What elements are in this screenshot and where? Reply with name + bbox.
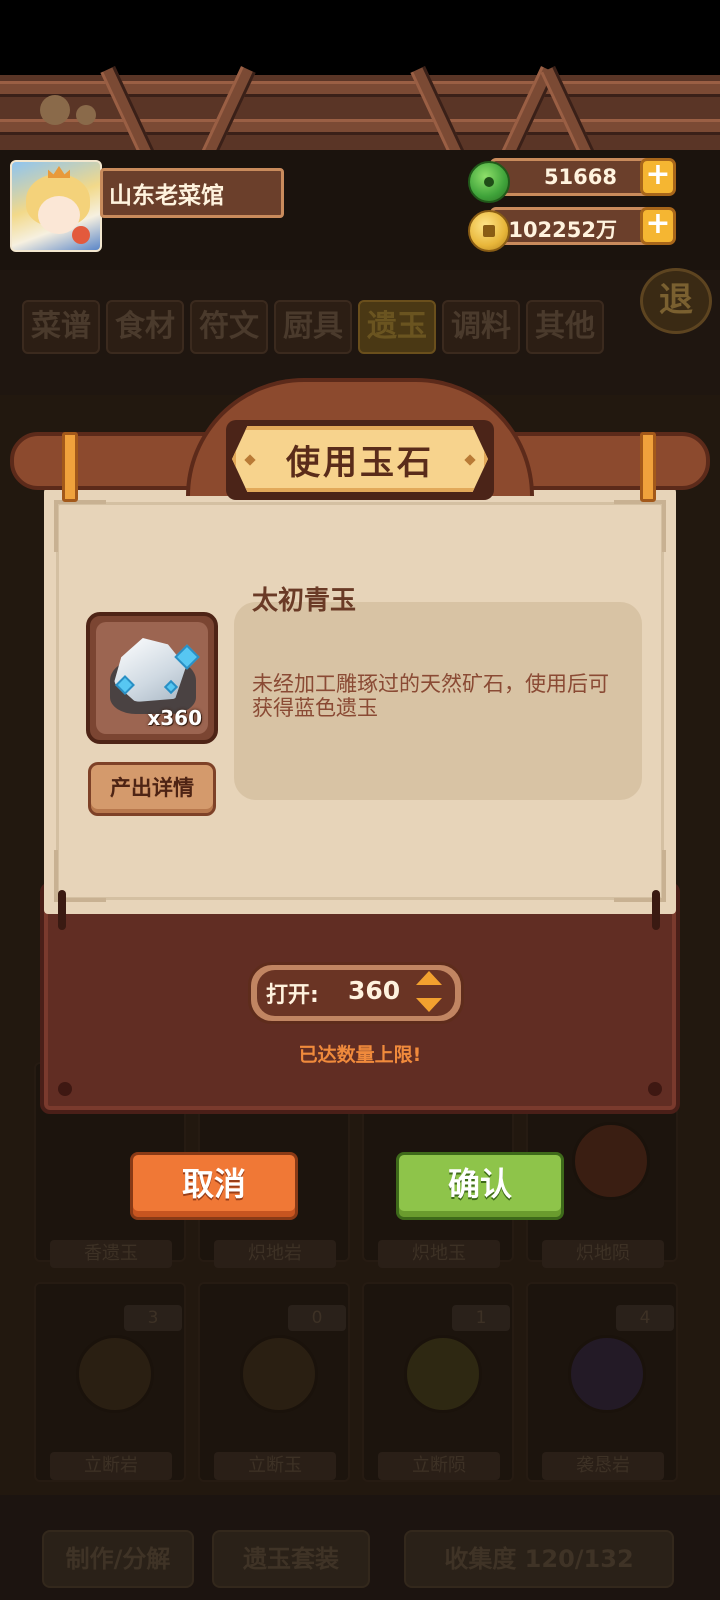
add-jade-button[interactable]: +: [640, 158, 676, 196]
item-count: 0: [288, 1305, 346, 1331]
tab-kitchenware[interactable]: 厨具: [274, 300, 352, 354]
coin-amount: 102252万: [508, 218, 617, 242]
item-description: 未经加工雕琢过的天然矿石，使用后可获得蓝色遗玉: [252, 672, 609, 720]
chick-icon: [76, 105, 96, 125]
jade-item-icon: [404, 1335, 482, 1413]
player-name: 山东老菜馆: [109, 183, 224, 209]
decrease-arrow-icon[interactable]: [416, 998, 442, 1012]
grid-label: 立断陨: [378, 1452, 500, 1480]
coin-currency-box: 102252万: [490, 207, 658, 245]
jade-set-button[interactable]: 遗玉套装: [212, 1530, 370, 1588]
tab-recipes[interactable]: 菜谱: [22, 300, 100, 354]
tab-other[interactable]: 其他: [526, 300, 604, 354]
grid-label: 香遗玉: [50, 1240, 172, 1268]
item-quantity: x360: [147, 706, 202, 730]
grid-label: 炽地玉: [378, 1240, 500, 1268]
chick-icon: [40, 95, 70, 125]
status-bar: [0, 0, 720, 75]
corner-ornament: [614, 500, 666, 552]
coin-icon: [468, 210, 510, 252]
tab-relic-jade[interactable]: 遗玉: [358, 300, 436, 354]
grid-label: 炽地陨: [542, 1240, 664, 1268]
grid-label: 袭恳岩: [542, 1452, 664, 1480]
tab-runes[interactable]: 符文: [190, 300, 268, 354]
cancel-button[interactable]: 取消: [130, 1152, 298, 1220]
item-name: 太初青玉: [252, 586, 357, 616]
corner-ornament: [54, 500, 106, 552]
confirm-button[interactable]: 确认: [396, 1152, 564, 1220]
avatar[interactable]: [10, 160, 102, 252]
back-button[interactable]: 退: [640, 268, 712, 334]
output-details-button[interactable]: 产出详情: [88, 762, 216, 816]
add-coin-button[interactable]: +: [640, 207, 676, 245]
tab-seasoning[interactable]: 调料: [442, 300, 520, 354]
limit-notice: 已达数量上限!: [298, 1044, 422, 1066]
jade-item-icon: [568, 1335, 646, 1413]
grid-label: 立断玉: [214, 1452, 336, 1480]
item-count: 1: [452, 1305, 510, 1331]
item-count: 3: [124, 1305, 182, 1331]
open-label: 打开:: [266, 983, 319, 1008]
quantity-input[interactable]: 360: [348, 976, 400, 1005]
jade-item-icon: [76, 1335, 154, 1413]
grid-label: 炽地岩: [214, 1240, 336, 1268]
collection-progress[interactable]: 收集度 120/132: [404, 1530, 674, 1588]
increase-arrow-icon[interactable]: [416, 971, 442, 985]
jade-amount: 51668: [543, 165, 617, 189]
item-slot: x360: [86, 612, 218, 744]
jade-item-icon: [572, 1122, 650, 1200]
jade-item-icon: [240, 1335, 318, 1413]
dialog-title: 使用玉石: [286, 442, 434, 483]
dialog-title-plate: 使用玉石: [232, 426, 488, 492]
jade-currency-box: 51668: [490, 158, 658, 196]
roof-beams: [0, 66, 720, 160]
grid-label: 立断岩: [50, 1452, 172, 1480]
player-name-box: 山东老菜馆: [100, 168, 284, 218]
jade-icon: [468, 161, 510, 203]
tab-ingredients[interactable]: 食材: [106, 300, 184, 354]
item-count: 4: [616, 1305, 674, 1331]
craft-button[interactable]: 制作/分解: [42, 1530, 194, 1588]
